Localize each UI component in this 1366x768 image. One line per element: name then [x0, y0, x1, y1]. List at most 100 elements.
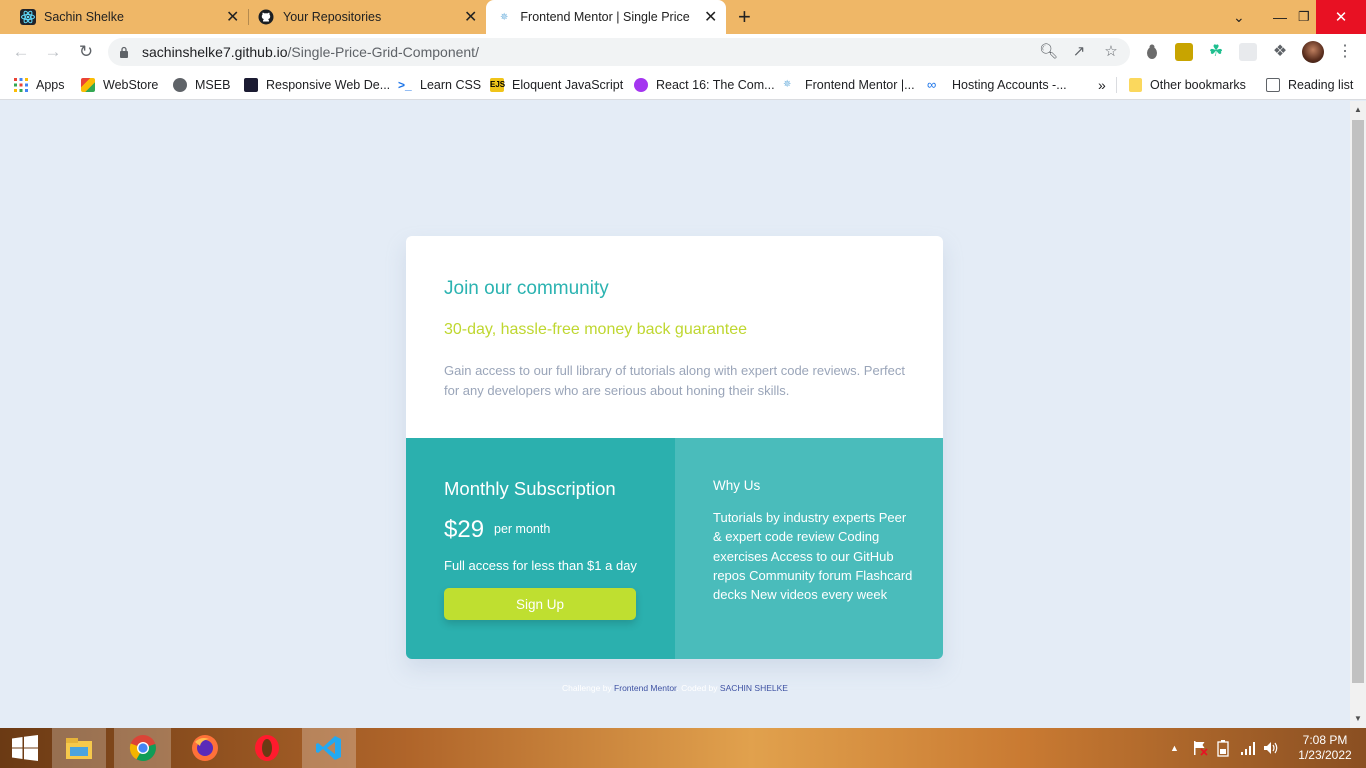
bookmark-react-16[interactable]: React 16: The Com...	[634, 76, 775, 94]
attribution-challenge-prefix: Challenge by	[562, 683, 612, 693]
bookmark-eloquent-javascript[interactable]: EJS Eloquent JavaScript	[490, 76, 623, 94]
more-bookmarks-button[interactable]: »	[1098, 76, 1106, 94]
firefox-icon[interactable]	[178, 728, 232, 768]
profile-avatar[interactable]	[1302, 41, 1324, 63]
menu-kebab-icon[interactable]: ⋮	[1336, 43, 1354, 61]
close-tab-icon[interactable]: ✕	[464, 7, 477, 27]
system-clock[interactable]: 7:08 PM 1/23/2022	[1290, 733, 1360, 763]
lock-icon	[120, 46, 128, 58]
zoom-icon[interactable]: 🔍︎	[1039, 44, 1058, 60]
bookmarks-bar: Apps WebStore MSEB Responsive Web De... …	[0, 70, 1366, 100]
tray-overflow-icon[interactable]: ▲	[1170, 728, 1179, 768]
extension-bug-icon[interactable]	[1143, 43, 1161, 61]
tab-title: Frontend Mentor | Single Price G	[520, 10, 693, 24]
webstore-icon	[81, 78, 95, 92]
subscription-section: Monthly Subscription $29 per month Full …	[406, 438, 675, 659]
battery-icon[interactable]	[1216, 728, 1230, 768]
bookmark-frontend-mentor[interactable]: ✵ Frontend Mentor |...	[783, 76, 915, 94]
extensions-puzzle-icon[interactable]: ❖	[1271, 43, 1289, 61]
new-tab-button[interactable]: +	[738, 0, 758, 34]
attribution: Challenge by Frontend Mentor. Coded by S…	[0, 683, 1350, 693]
bookmarks-divider	[1116, 77, 1117, 93]
globe-icon	[173, 78, 187, 92]
reading-list-button[interactable]: Reading list	[1266, 76, 1353, 94]
price-period: per month	[494, 522, 551, 536]
extension-leaf-icon[interactable]: ☘	[1207, 43, 1225, 61]
infinity-icon: ∞	[927, 77, 937, 92]
bookmark-star-icon[interactable]: ☆	[1103, 44, 1119, 60]
freecodecamp-icon	[244, 78, 258, 92]
bookmark-label: React 16: The Com...	[656, 78, 775, 92]
bookmark-label: Reading list	[1288, 78, 1354, 92]
pricing-card: Join our community 30-day, hassle-free m…	[406, 236, 943, 659]
minimize-window-icon[interactable]: —	[1273, 0, 1287, 34]
forward-arrow-icon[interactable]: →	[42, 41, 64, 63]
opera-icon[interactable]	[240, 728, 294, 768]
author-link[interactable]: SACHIN SHELKE	[720, 683, 788, 693]
why-us-list: Tutorials by industry experts Peer & exp…	[713, 510, 913, 603]
clock-time: 7:08 PM	[1302, 733, 1348, 747]
bookmark-label: WebStore	[103, 78, 159, 92]
other-bookmarks-folder[interactable]: Other bookmarks	[1129, 76, 1246, 94]
card-heading: Join our community	[444, 278, 609, 299]
bookmark-label: Other bookmarks	[1150, 78, 1246, 92]
share-icon[interactable]: ↗	[1071, 44, 1087, 60]
restore-window-icon[interactable]: ❐	[1298, 0, 1310, 34]
bookmark-hosting-accounts[interactable]: ∞ Hosting Accounts -...	[927, 76, 1067, 94]
tab-title: Sachin Shelke	[44, 10, 124, 24]
guarantee-subheading: 30-day, hassle-free money back guarantee	[444, 321, 747, 338]
tab-frontend-mentor[interactable]: ✵ Frontend Mentor | Single Price G ✕	[486, 0, 726, 34]
url-path: /Single-Price-Grid-Component/	[287, 44, 479, 60]
attribution-coded-prefix: . Coded by	[676, 683, 718, 693]
reload-icon[interactable]: ↻	[75, 41, 97, 63]
extension-cast-icon[interactable]	[1175, 43, 1193, 61]
price-value: $29	[444, 516, 485, 543]
network-signal-icon[interactable]	[1240, 728, 1256, 768]
bookmark-mseb[interactable]: MSEB	[173, 76, 230, 94]
extension-grey-icon[interactable]	[1239, 43, 1257, 61]
bookmark-label: Apps	[36, 78, 65, 92]
tab-sachin-shelke[interactable]: Sachin Shelke ✕	[8, 0, 248, 34]
scroll-up-arrow-icon[interactable]: ▲	[1354, 105, 1362, 114]
bookmark-label: Hosting Accounts -...	[952, 78, 1067, 92]
file-explorer-icon[interactable]	[52, 728, 106, 768]
scrollbar-thumb[interactable]	[1352, 120, 1364, 683]
why-us-title: Why Us	[713, 478, 761, 493]
scroll-down-arrow-icon[interactable]: ▼	[1354, 714, 1362, 723]
card-description: Gain access to our full library of tutor…	[444, 363, 905, 398]
bookmark-apps[interactable]: Apps	[14, 76, 65, 94]
folder-icon	[1129, 78, 1142, 92]
react-favicon-icon	[20, 9, 36, 25]
bookmark-label: Learn CSS	[420, 78, 482, 92]
bookmark-label: Frontend Mentor |...	[805, 78, 915, 92]
close-window-icon[interactable]: ✕	[1316, 0, 1366, 34]
url-text: sachinshelke7.github.io/Single-Price-Gri…	[142, 44, 479, 60]
clock-date: 1/23/2022	[1298, 748, 1352, 762]
close-tab-icon[interactable]: ✕	[226, 7, 239, 27]
bookmark-webstore[interactable]: WebStore	[81, 76, 158, 94]
tab-your-repositories[interactable]: Your Repositories ✕	[250, 0, 486, 34]
chrome-icon[interactable]	[114, 728, 171, 768]
bookmark-label: MSEB	[195, 78, 231, 92]
volume-icon[interactable]	[1263, 728, 1279, 768]
page-scrollbar[interactable]: ▲ ▼	[1350, 101, 1366, 728]
address-bar[interactable]: sachinshelke7.github.io/Single-Price-Gri…	[108, 38, 1130, 66]
browser-toolbar: ← → ↻ sachinshelke7.github.io/Single-Pri…	[0, 34, 1366, 70]
close-tab-icon[interactable]: ✕	[704, 7, 717, 27]
frontend-mentor-favicon-icon: ✵	[500, 11, 509, 23]
ejs-icon: EJS	[490, 78, 505, 92]
bookmark-learn-css[interactable]: >_ Learn CSS	[398, 76, 481, 94]
community-section: Join our community 30-day, hassle-free m…	[406, 236, 943, 438]
bookmark-responsive-web-design[interactable]: Responsive Web De...	[244, 76, 390, 94]
why-us-section: Why Us Tutorials by industry experts Pee…	[675, 438, 943, 659]
browser-tab-strip: Sachin Shelke ✕ Your Repositories ✕ ✵ Fr…	[0, 0, 1366, 34]
vscode-icon[interactable]	[302, 728, 356, 768]
tab-search-chevron-icon[interactable]: ⌄	[1233, 0, 1245, 34]
access-note: Full access for less than $1 a day	[444, 558, 637, 573]
windows-taskbar: ▲ 7:08 PM 1/23/2022	[0, 728, 1366, 768]
windows-start-icon[interactable]	[0, 728, 50, 768]
sign-up-button[interactable]: Sign Up	[444, 588, 636, 620]
back-arrow-icon[interactable]: ←	[10, 41, 32, 63]
flag-notification-icon[interactable]	[1192, 728, 1208, 768]
frontend-mentor-link[interactable]: Frontend Mentor	[614, 683, 676, 693]
